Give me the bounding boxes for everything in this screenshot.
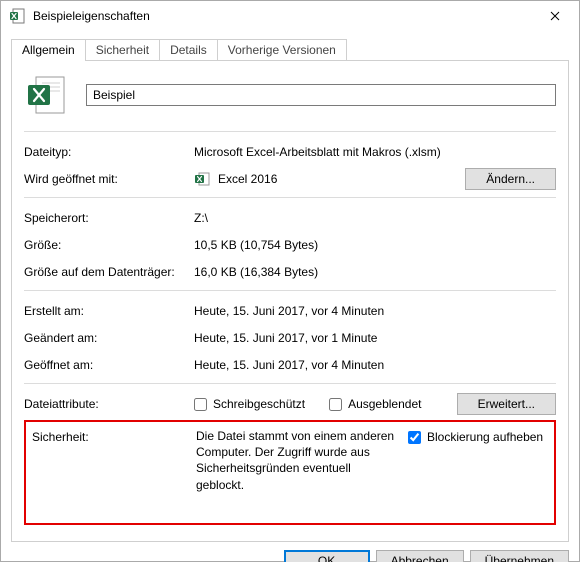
apply-button[interactable]: Übernehmen	[470, 550, 569, 562]
label-modified: Geändert am:	[24, 331, 194, 345]
titlebar: Beispieleigenschaften	[1, 1, 579, 31]
value-size-on-disk: 16,0 KB (16,384 Bytes)	[194, 265, 556, 279]
checkbox-hidden-input[interactable]	[329, 398, 342, 411]
tab-general[interactable]: Allgemein	[11, 39, 86, 61]
tab-previous-versions[interactable]: Vorherige Versionen	[217, 39, 347, 61]
close-button[interactable]	[533, 1, 577, 31]
value-location: Z:\	[194, 211, 556, 225]
value-created: Heute, 15. Juni 2017, vor 4 Minuten	[194, 304, 556, 318]
opens-with-app-name: Excel 2016	[218, 172, 277, 186]
row-attributes: Dateiattribute: Schreibgeschützt Ausgebl…	[24, 392, 556, 416]
separator	[24, 197, 556, 198]
value-accessed: Heute, 15. Juni 2017, vor 4 Minuten	[194, 358, 556, 372]
separator	[24, 290, 556, 291]
label-filetype: Dateityp:	[24, 145, 194, 159]
row-size-on-disk: Größe auf dem Datenträger: 16,0 KB (16,3…	[24, 260, 556, 284]
label-created: Erstellt am:	[24, 304, 194, 318]
checkbox-unblock[interactable]: Blockierung aufheben	[408, 430, 543, 444]
excel-file-icon	[9, 8, 25, 24]
tab-security[interactable]: Sicherheit	[85, 39, 160, 61]
value-modified: Heute, 15. Juni 2017, vor 1 Minute	[194, 331, 556, 345]
change-button[interactable]: Ändern...	[465, 168, 556, 190]
checkbox-readonly-input[interactable]	[194, 398, 207, 411]
tab-details[interactable]: Details	[159, 39, 218, 61]
window-title: Beispieleigenschaften	[33, 9, 533, 23]
checkbox-unblock-input[interactable]	[408, 431, 421, 444]
row-created: Erstellt am: Heute, 15. Juni 2017, vor 4…	[24, 299, 556, 323]
security-action: Blockierung aufheben	[408, 428, 548, 493]
value-opens-with: Excel 2016	[194, 171, 457, 187]
filename-input[interactable]	[86, 84, 556, 106]
checkbox-hidden[interactable]: Ausgeblendet	[329, 397, 421, 411]
checkbox-readonly-label: Schreibgeschützt	[213, 397, 305, 411]
row-location: Speicherort: Z:\	[24, 206, 556, 230]
value-filetype: Microsoft Excel-Arbeitsblatt mit Makros …	[194, 145, 556, 159]
label-accessed: Geöffnet am:	[24, 358, 194, 372]
header-row	[24, 73, 556, 117]
label-location: Speicherort:	[24, 211, 194, 225]
dialog-buttons: OK Abbrechen Übernehmen	[11, 542, 569, 562]
properties-dialog: Beispieleigenschaften Allgemein Sicherhe…	[0, 0, 580, 562]
checkbox-readonly[interactable]: Schreibgeschützt	[194, 397, 305, 411]
row-opens-with: Wird geöffnet mit: Excel 2016 Ändern...	[24, 167, 556, 191]
label-security: Sicherheit:	[32, 428, 196, 493]
excel-app-icon	[194, 171, 210, 187]
attributes-group: Schreibgeschützt Ausgeblendet	[194, 397, 449, 411]
separator	[24, 383, 556, 384]
tab-strip: Allgemein Sicherheit Details Vorherige V…	[11, 39, 569, 61]
checkbox-unblock-label: Blockierung aufheben	[427, 430, 543, 444]
tabpage-general: Dateityp: Microsoft Excel-Arbeitsblatt m…	[11, 60, 569, 542]
row-size: Größe: 10,5 KB (10,754 Bytes)	[24, 233, 556, 257]
checkbox-hidden-label: Ausgeblendet	[348, 397, 421, 411]
security-description: Die Datei stammt von einem anderen Compu…	[196, 428, 408, 493]
row-accessed: Geöffnet am: Heute, 15. Juni 2017, vor 4…	[24, 353, 556, 377]
cancel-button[interactable]: Abbrechen	[376, 550, 464, 562]
label-size: Größe:	[24, 238, 194, 252]
separator	[24, 131, 556, 132]
close-icon	[550, 11, 560, 21]
label-size-on-disk: Größe auf dem Datenträger:	[24, 265, 194, 279]
client-area: Allgemein Sicherheit Details Vorherige V…	[1, 31, 579, 562]
row-modified: Geändert am: Heute, 15. Juni 2017, vor 1…	[24, 326, 556, 350]
label-attributes: Dateiattribute:	[24, 397, 194, 411]
label-opens-with: Wird geöffnet mit:	[24, 172, 194, 186]
row-filetype: Dateityp: Microsoft Excel-Arbeitsblatt m…	[24, 140, 556, 164]
advanced-button[interactable]: Erweitert...	[457, 393, 556, 415]
security-section: Sicherheit: Die Datei stammt von einem a…	[24, 420, 556, 525]
excel-file-large-icon	[24, 73, 68, 117]
ok-button[interactable]: OK	[284, 550, 370, 562]
value-size: 10,5 KB (10,754 Bytes)	[194, 238, 556, 252]
